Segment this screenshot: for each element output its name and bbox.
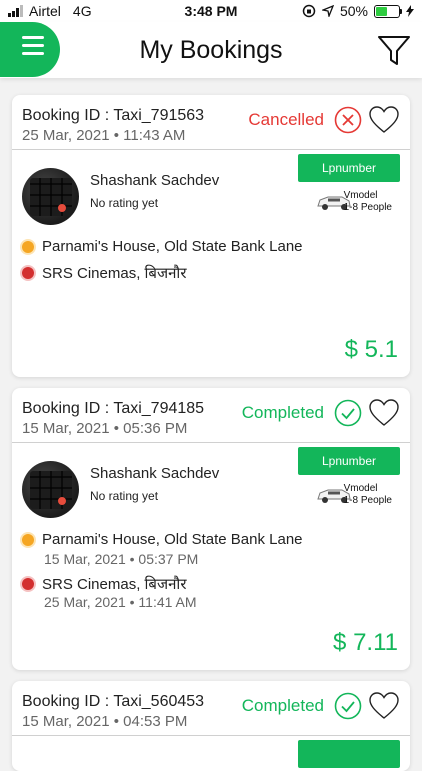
- drop-pin-icon: [22, 578, 34, 590]
- booking-date: 15 Mar, 2021 • 05:36 PM: [22, 420, 188, 437]
- booking-status: Cancelled: [248, 110, 324, 129]
- booking-id: Booking ID : Taxi_791563: [22, 107, 205, 124]
- booking-id: Booking ID : Taxi_794185: [22, 400, 205, 417]
- booking-id: Booking ID : Taxi_560453: [22, 693, 205, 710]
- pickup-address: Parnami's House, Old State Bank Lane: [42, 238, 303, 255]
- favorite-heart-icon[interactable]: [368, 690, 400, 722]
- booking-price: $ 7.11: [333, 629, 398, 656]
- driver-avatar: [22, 168, 79, 225]
- screen-lock-icon: [302, 4, 316, 18]
- booking-card[interactable]: Booking ID : Taxi_791563 25 Mar, 2021 • …: [12, 95, 410, 377]
- location-icon: [321, 5, 334, 17]
- pickup-pin-icon: [22, 533, 34, 546]
- pickup-location: Parnami's House, Old State Bank Lane: [22, 531, 303, 548]
- favorite-heart-icon[interactable]: [368, 104, 400, 136]
- status-bar: Airtel 4G 3:48 PM 50%: [0, 0, 422, 22]
- booking-status: Completed: [241, 696, 324, 715]
- booking-price: $ 5.1: [344, 336, 398, 363]
- check-circle-icon: [334, 692, 362, 720]
- battery-icon: [374, 4, 402, 18]
- booking-status: Completed: [241, 403, 324, 422]
- driver-name: Shashank Sachdev: [90, 172, 220, 189]
- drop-address: SRS Cinemas, बिजनौर: [42, 265, 187, 282]
- booking-date: 25 Mar, 2021 • 11:43 AM: [22, 127, 186, 144]
- vehicle-model: Vmodel: [343, 483, 378, 494]
- driver-rating: No rating yet: [90, 196, 159, 210]
- pickup-pin-icon: [22, 240, 34, 253]
- status-right: 50%: [302, 3, 414, 19]
- battery-percent: 50%: [339, 3, 368, 19]
- booking-date: 15 Mar, 2021 • 04:53 PM: [22, 713, 188, 730]
- vehicle-info: Vmodel 1-8 People: [344, 483, 392, 507]
- license-plate-button[interactable]: [298, 740, 400, 768]
- driver-avatar: [22, 461, 79, 518]
- pickup-address: Parnami's House, Old State Bank Lane: [42, 531, 303, 548]
- license-plate-button[interactable]: Lpnumber: [298, 447, 400, 475]
- drop-location: SRS Cinemas, बिजनौर: [22, 574, 186, 594]
- license-plate-button[interactable]: Lpnumber: [298, 154, 400, 182]
- booking-card[interactable]: Booking ID : Taxi_794185 15 Mar, 2021 • …: [12, 388, 410, 670]
- app-header: My Bookings: [0, 22, 422, 78]
- charging-icon: [406, 5, 414, 17]
- pickup-time: 15 Mar, 2021 • 05:37 PM: [44, 551, 199, 567]
- check-circle-icon: [334, 399, 362, 427]
- favorite-heart-icon[interactable]: [368, 397, 400, 429]
- vehicle-capacity: 1-8 People: [343, 495, 392, 506]
- booking-card-header: Booking ID : Taxi_794185 15 Mar, 2021 • …: [12, 388, 410, 443]
- booking-card-header: Booking ID : Taxi_791563 25 Mar, 2021 • …: [12, 95, 410, 150]
- vehicle-model: Vmodel: [343, 190, 378, 201]
- drop-pin-icon: [22, 267, 34, 279]
- driver-rating: No rating yet: [90, 489, 159, 503]
- drop-time: 25 Mar, 2021 • 11:41 AM: [44, 594, 197, 610]
- filter-icon[interactable]: [376, 32, 412, 68]
- booking-card[interactable]: Booking ID : Taxi_560453 15 Mar, 2021 • …: [12, 681, 410, 771]
- pickup-location: Parnami's House, Old State Bank Lane: [22, 238, 303, 255]
- drop-location: SRS Cinemas, बिजनौर: [22, 263, 186, 283]
- page-title: My Bookings: [139, 36, 283, 64]
- driver-name: Shashank Sachdev: [90, 465, 220, 482]
- vehicle-capacity: 1-8 People: [343, 202, 392, 213]
- drop-address: SRS Cinemas, बिजनौर: [42, 576, 187, 593]
- vehicle-info: Vmodel 1-8 People: [344, 190, 392, 214]
- cancel-circle-icon: [334, 106, 362, 134]
- booking-card-header: Booking ID : Taxi_560453 15 Mar, 2021 • …: [12, 681, 410, 736]
